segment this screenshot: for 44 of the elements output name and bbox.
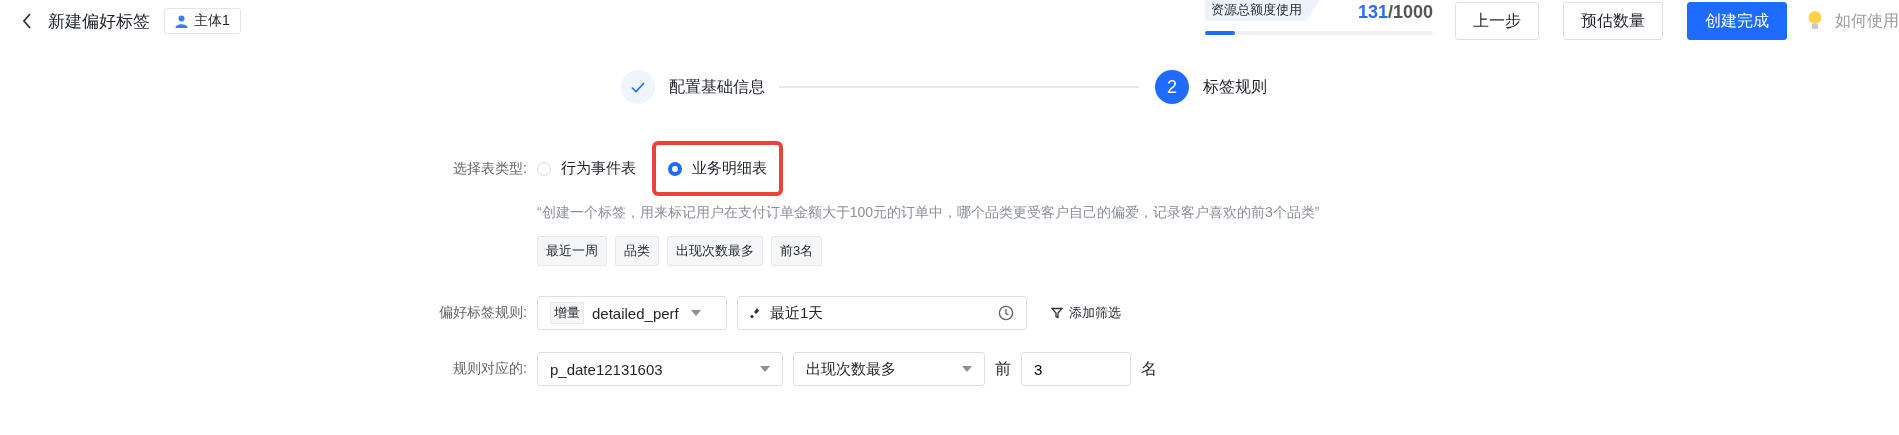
- method-select[interactable]: 出现次数最多: [793, 352, 985, 386]
- radio-circle[interactable]: [668, 161, 682, 176]
- quota-label: 资源总额度使用: [1205, 0, 1320, 21]
- check-icon: [631, 81, 645, 93]
- radio-option[interactable]: 业务明细表: [668, 159, 767, 178]
- example-tag: 出现次数最多: [667, 236, 763, 266]
- field-label: 选择表类型:: [452, 159, 527, 178]
- add-filter-button[interactable]: 添加筛选: [1045, 303, 1127, 323]
- badge-label: 主体1: [194, 12, 230, 30]
- field-label: 规则对应的:: [452, 360, 527, 378]
- top-n-input[interactable]: 3: [1021, 352, 1131, 386]
- action-button[interactable]: 预估数量: [1563, 2, 1663, 40]
- example-tag: 最近一周: [537, 236, 607, 266]
- select-value: 出现次数最多: [806, 359, 897, 379]
- example-tag: 品类: [615, 236, 659, 266]
- user-icon: [175, 14, 188, 28]
- back-icon[interactable]: [22, 13, 32, 29]
- field-select[interactable]: p_date12131603: [537, 352, 783, 386]
- action-button[interactable]: 创建完成: [1687, 2, 1787, 40]
- table-type-tag: 增量: [550, 302, 584, 324]
- action-button[interactable]: 上一步: [1455, 2, 1539, 40]
- date-range-picker[interactable]: 最近1天: [737, 296, 1027, 330]
- radio-option[interactable]: 行为事件表: [537, 159, 636, 178]
- suffix-text: 名: [1141, 358, 1157, 379]
- caret-icon: [760, 366, 770, 372]
- quota-count: 131/1000: [1357, 1, 1433, 23]
- caret-icon: [962, 366, 972, 372]
- select-value: detailed_perf: [592, 304, 679, 322]
- select-value: p_date12131603: [550, 360, 664, 378]
- table-select[interactable]: 增量 detailed_perf: [537, 296, 727, 330]
- filter-icon: [1051, 307, 1063, 319]
- date-range-value: 最近1天: [770, 303, 825, 323]
- lightbulb-icon: [1807, 10, 1823, 32]
- field-label: 偏好标签规则:: [438, 304, 527, 322]
- clock-icon: [998, 305, 1014, 321]
- example-text: “创建一个标签，用来标记用户在支付订单金额大于100元的订单中，哪个品类更受客户自己的偏爱，记录客户喜欢的前3个品类”: [537, 204, 1321, 222]
- prefix-text: 前: [995, 358, 1011, 379]
- page-title: 新建偏好标签: [48, 10, 150, 33]
- step-number: 2: [1155, 70, 1189, 104]
- step-label: 标签规则: [1203, 76, 1267, 97]
- sparkle-icon: [750, 307, 762, 319]
- step-label: 配置基础信息: [669, 76, 765, 97]
- caret-icon: [690, 310, 701, 316]
- example-tag: 前3名: [771, 236, 823, 266]
